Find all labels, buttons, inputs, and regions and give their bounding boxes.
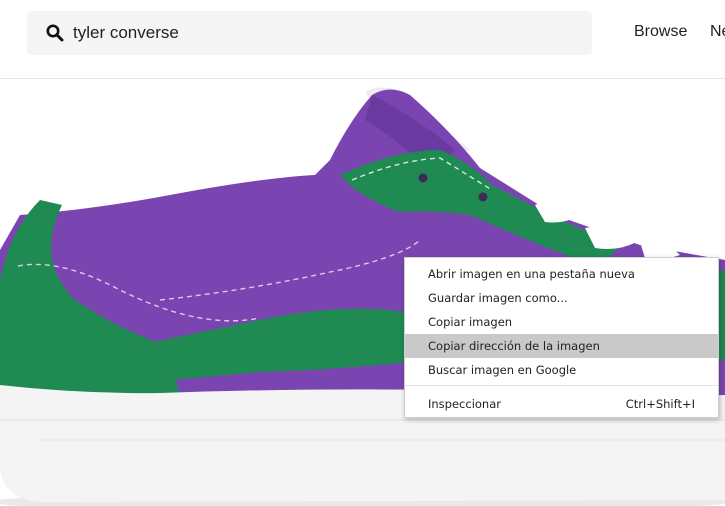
context-menu: Abrir imagen en una pestaña nueva Guarda… — [404, 257, 719, 418]
menu-item-inspect[interactable]: Inspeccionar Ctrl+Shift+I — [405, 392, 718, 416]
menu-item-save-image-as[interactable]: Guardar imagen como... — [405, 286, 718, 310]
nav-link-next[interactable]: Ne — [710, 23, 725, 41]
search-input[interactable] — [73, 20, 573, 46]
menu-item-copy-image-address[interactable]: Copiar dirección de la imagen — [405, 334, 718, 358]
menu-item-inspect-label: Inspeccionar — [428, 397, 501, 411]
nav-link-browse[interactable]: Browse — [634, 23, 687, 41]
menu-item-copy-image[interactable]: Copiar imagen — [405, 310, 718, 334]
menu-item-search-image-google[interactable]: Buscar imagen en Google — [405, 358, 718, 382]
menu-item-open-image-new-tab[interactable]: Abrir imagen en una pestaña nueva — [405, 262, 718, 286]
search-bar[interactable] — [27, 11, 592, 55]
menu-item-inspect-shortcut: Ctrl+Shift+I — [625, 397, 695, 411]
menu-separator — [405, 385, 718, 386]
top-navigation-bar: Browse Ne — [0, 0, 725, 79]
search-icon — [46, 24, 64, 42]
